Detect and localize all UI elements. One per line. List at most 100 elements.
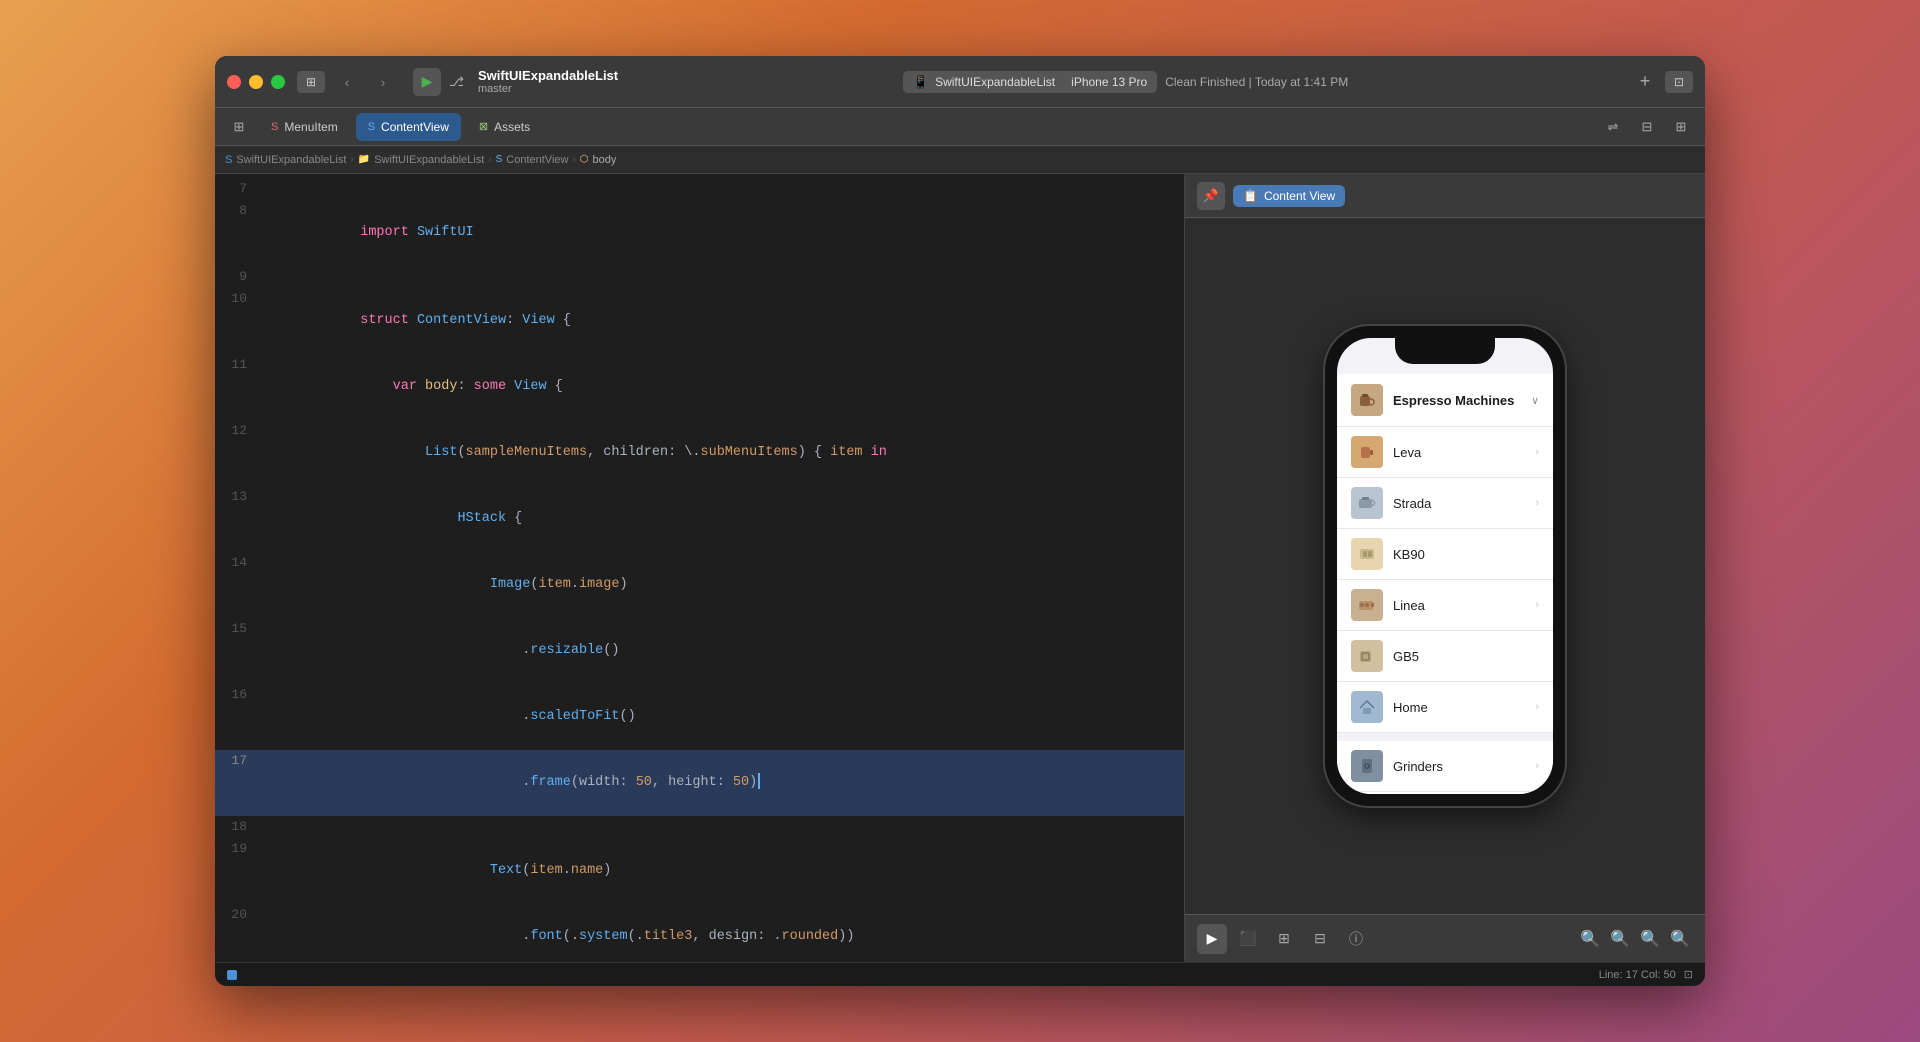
list-item-home[interactable]: Home › — [1337, 682, 1553, 733]
linea-chevron-icon: › — [1535, 599, 1539, 611]
inspector-button[interactable]: ⊟ — [1633, 114, 1661, 140]
list-item-kb90[interactable]: KB90 — [1337, 529, 1553, 580]
minimize-button[interactable] — [249, 75, 263, 89]
list-item-grinders[interactable]: Grinders › — [1337, 741, 1553, 792]
breadcrumb-proj2[interactable]: 📁 SwiftUIExpandableList — [358, 154, 485, 166]
close-button[interactable] — [227, 75, 241, 89]
branch-name: master — [478, 83, 618, 95]
tab-menuitem[interactable]: S MenuItem — [259, 113, 350, 141]
build-status: Clean Finished | Today at 1:41 PM — [1165, 75, 1348, 89]
proj2-icon: 📁 — [358, 154, 370, 165]
navigator-button[interactable]: ⊞ — [1667, 114, 1695, 140]
code-line-15: 15 .resizable() — [215, 618, 1184, 684]
line-content-20: .font(.system(.title3, design: .rounded)… — [263, 904, 1184, 962]
gb5-icon — [1351, 640, 1383, 672]
separator: › — [1061, 75, 1065, 89]
live-preview-icon: ▶ — [1207, 930, 1218, 947]
branch-info: SwiftUIExpandableList master — [478, 68, 618, 95]
code-line-11: 11 var body: some View { — [215, 354, 1184, 420]
leva-chevron-icon: › — [1535, 446, 1539, 458]
run-button[interactable]: ▶ — [413, 68, 441, 96]
grinders-name: Grinders — [1393, 759, 1535, 774]
breadcrumb-file[interactable]: S ContentView — [496, 154, 569, 166]
traffic-lights — [227, 75, 285, 89]
zoom-fit-button[interactable]: 🔍 — [1637, 926, 1663, 952]
gb5-name: GB5 — [1393, 649, 1539, 664]
zoom-reset-button[interactable]: 🔍 — [1667, 926, 1693, 952]
grid-preview-button[interactable]: ⊞ — [1269, 924, 1299, 954]
xcode-window: ⊞ ‹ › ▶ ⎇ SwiftUIExpandableList master 📱… — [215, 56, 1705, 986]
list-item-linea[interactable]: Linea › — [1337, 580, 1553, 631]
code-line-13: 13 HStack { — [215, 486, 1184, 552]
line-num-13: 13 — [215, 486, 263, 508]
project-name: SwiftUIExpandableList — [478, 68, 618, 83]
breadcrumb-proj1[interactable]: S SwiftUIExpandableList — [225, 154, 346, 166]
leva-name: Leva — [1393, 445, 1535, 460]
zoom-reset-icon: 🔍 — [1670, 929, 1690, 949]
preview-header: 📌 📋 Content View — [1185, 174, 1705, 218]
phone-content: Espresso Machines ∨ — [1337, 338, 1553, 794]
phone-container: Espresso Machines ∨ — [1185, 218, 1705, 914]
breadcrumb-sep3: › — [572, 154, 575, 165]
live-preview-button[interactable]: ▶ — [1197, 924, 1227, 954]
list-item-gb5[interactable]: GB5 — [1337, 631, 1553, 682]
line-num-7: 7 — [215, 178, 263, 200]
line-num-19: 19 — [215, 838, 263, 860]
tab-assets[interactable]: ⊠ Assets — [467, 113, 542, 141]
zoom-out-icon: 🔍 — [1580, 929, 1600, 949]
line-num-11: 11 — [215, 354, 263, 376]
nav-back-button[interactable]: ‹ — [333, 71, 361, 93]
pin-icon: 📌 — [1203, 188, 1219, 204]
line-num-20: 20 — [215, 904, 263, 926]
line-num-16: 16 — [215, 684, 263, 706]
device-selector[interactable]: 📱 SwiftUIExpandableList › iPhone 13 Pro — [903, 71, 1157, 93]
pin-button[interactable]: 📌 — [1197, 182, 1225, 210]
breadcrumb-symbol-label: body — [593, 154, 617, 166]
line-content-19: Text(item.name) — [263, 838, 1184, 904]
content-view-label[interactable]: 📋 Content View — [1233, 185, 1345, 207]
symbol-icon: ⬡ — [580, 154, 589, 165]
nav-forward-button[interactable]: › — [369, 71, 397, 93]
code-line-17: 17 .frame(width: 50, height: 50) — [215, 750, 1184, 816]
home-chevron-icon: › — [1535, 701, 1539, 713]
grid-view-button[interactable]: ⊞ — [225, 114, 253, 140]
menuitem-file-icon: S — [271, 121, 278, 133]
line-content-8: import SwiftUI — [263, 200, 1184, 266]
title-bar-center: 📱 SwiftUIExpandableList › iPhone 13 Pro … — [618, 71, 1633, 93]
list-item-espresso-header[interactable]: Espresso Machines ∨ — [1337, 374, 1553, 427]
grinders-chevron-icon: › — [1535, 760, 1539, 772]
line-num-10: 10 — [215, 288, 263, 310]
list-item-leva[interactable]: Leva › — [1337, 427, 1553, 478]
proj1-icon: S — [225, 154, 232, 166]
add-file-button[interactable]: + — [1633, 70, 1657, 94]
stop-preview-button[interactable]: ⬛ — [1233, 924, 1263, 954]
zoom-in-button[interactable]: 🔍 — [1607, 926, 1633, 952]
espresso-icon — [1351, 384, 1383, 416]
breadcrumb-sep1: › — [350, 154, 353, 165]
kb90-name: KB90 — [1393, 547, 1539, 562]
split-view-button[interactable]: ⇌ — [1599, 114, 1627, 140]
breadcrumb-symbol[interactable]: ⬡ body — [580, 154, 617, 166]
device-icon: 📱 — [913, 74, 929, 90]
split-editor-button[interactable]: ⊡ — [1665, 71, 1693, 93]
code-editor[interactable]: 7 8 import SwiftUI 9 10 — [215, 174, 1184, 962]
breadcrumb-sep2: › — [488, 154, 491, 165]
list-item-other-equipment[interactable]: Other Equipment › — [1337, 792, 1553, 794]
zoom-out-button[interactable]: 🔍 — [1577, 926, 1603, 952]
phone-notch — [1395, 338, 1495, 364]
pin-preview-icon: ⊟ — [1314, 930, 1326, 947]
line-content-13: HStack { — [263, 486, 1184, 552]
tab-contentview[interactable]: S ContentView — [356, 113, 461, 141]
zoom-fit-icon: 🔍 — [1640, 929, 1660, 949]
branch-icon: ⎇ — [449, 74, 464, 90]
code-area[interactable]: 7 8 import SwiftUI 9 10 — [215, 174, 1184, 962]
line-content-16: .scaledToFit() — [263, 684, 1184, 750]
grid-preview-icon: ⊞ — [1278, 930, 1290, 947]
inspect-preview-button[interactable]: ⓘ — [1341, 924, 1371, 954]
list-item-strada[interactable]: Strada › — [1337, 478, 1553, 529]
maximize-button[interactable] — [271, 75, 285, 89]
pin-preview-button[interactable]: ⊟ — [1305, 924, 1335, 954]
content-view-label-text: Content View — [1264, 189, 1335, 203]
preview-panel: 📌 📋 Content View — [1185, 174, 1705, 962]
sidebar-toggle-button[interactable]: ⊞ — [297, 71, 325, 93]
